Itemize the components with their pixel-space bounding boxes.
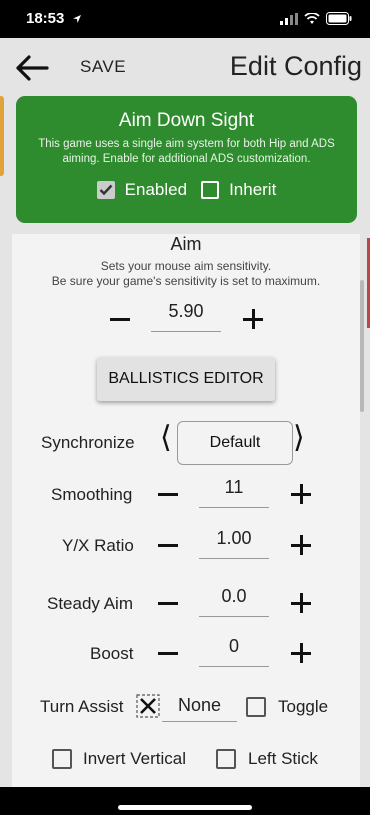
left-stick-checkbox[interactable] (216, 749, 236, 769)
status-time: 18:53 (26, 10, 65, 27)
aim-description: Sets your mouse aim sensitivity. Be sure… (12, 259, 360, 289)
smoothing-increase-button[interactable] (291, 484, 311, 504)
yx-ratio-decrease-button[interactable] (158, 544, 178, 547)
steady-aim-increase-button[interactable] (291, 593, 311, 613)
yx-ratio-label: Y/X Ratio (62, 536, 134, 555)
toggle-label: Toggle (278, 697, 329, 716)
boost-decrease-button[interactable] (158, 652, 178, 655)
synchronize-label: Synchronize (41, 433, 135, 452)
ads-title: Aim Down Sight (118, 110, 255, 131)
ballistics-editor-button[interactable]: BALLISTICS EDITOR (97, 357, 275, 401)
steady-aim-label: Steady Aim (47, 594, 133, 613)
synchronize-select[interactable]: Default (177, 421, 293, 465)
header: SAVE Edit Config (0, 38, 370, 100)
boost-label: Boost (90, 644, 134, 663)
yx-ratio-increase-button[interactable] (291, 535, 311, 555)
turn-assist-x-icon[interactable] (136, 694, 160, 718)
home-indicator[interactable] (118, 805, 252, 810)
turn-assist-label: Turn Assist (40, 697, 124, 716)
toggle-checkbox[interactable] (246, 697, 266, 717)
boost-increase-button[interactable] (291, 643, 311, 663)
aim-decrease-button[interactable] (110, 318, 130, 321)
app-screen: SAVE Edit Config Aim Down Sight This gam… (0, 38, 370, 787)
enabled-label: Enabled (124, 180, 188, 199)
checkmark-icon (96, 181, 115, 199)
inherit-label: Inherit (229, 180, 277, 199)
left-card-edge (0, 96, 4, 176)
smoothing-value[interactable]: 11 (199, 477, 269, 508)
enabled-checkbox[interactable]: Enabled (96, 180, 188, 200)
yx-ratio-value[interactable]: 1.00 (199, 528, 269, 559)
checkbox-empty-icon (201, 181, 220, 199)
scrollbar[interactable] (360, 280, 364, 412)
aim-desc-line1: Sets your mouse aim sensitivity. (100, 259, 272, 273)
signal-icon (280, 12, 298, 25)
ads-description: This game uses a single aim system for b… (38, 138, 335, 165)
wifi-icon (304, 12, 320, 24)
smoothing-decrease-button[interactable] (158, 493, 178, 496)
aim-value[interactable]: 5.90 (151, 301, 221, 332)
status-bar: 18:53 (0, 0, 370, 38)
sync-next-icon[interactable]: ⟩ (293, 420, 305, 455)
back-arrow-icon[interactable] (14, 50, 50, 86)
bottom-safe-area (0, 787, 370, 815)
settings-panel: Aim Sets your mouse aim sensitivity. Be … (12, 234, 360, 787)
inherit-checkbox[interactable]: Inherit (201, 180, 276, 200)
boost-value[interactable]: 0 (199, 636, 269, 667)
aim-title: Aim (170, 234, 202, 254)
smoothing-label: Smoothing (51, 485, 133, 504)
page-title: Edit Config (229, 51, 362, 81)
steady-aim-value[interactable]: 0.0 (199, 586, 269, 617)
sync-prev-icon[interactable]: ⟨ (160, 420, 172, 455)
left-stick-label: Left Stick (248, 749, 318, 768)
save-button[interactable]: SAVE (80, 57, 126, 77)
location-arrow-icon (73, 15, 81, 23)
battery-icon (326, 12, 352, 25)
steady-aim-decrease-button[interactable] (158, 602, 178, 605)
invert-vertical-checkbox[interactable] (52, 749, 72, 769)
ads-card: Aim Down Sight This game uses a single a… (16, 96, 357, 223)
aim-desc-line2: Be sure your game's sensitivity is set t… (51, 274, 321, 288)
invert-vertical-label: Invert Vertical (83, 749, 186, 768)
turn-assist-value[interactable]: None (162, 695, 237, 722)
aim-increase-button[interactable] (243, 309, 263, 329)
